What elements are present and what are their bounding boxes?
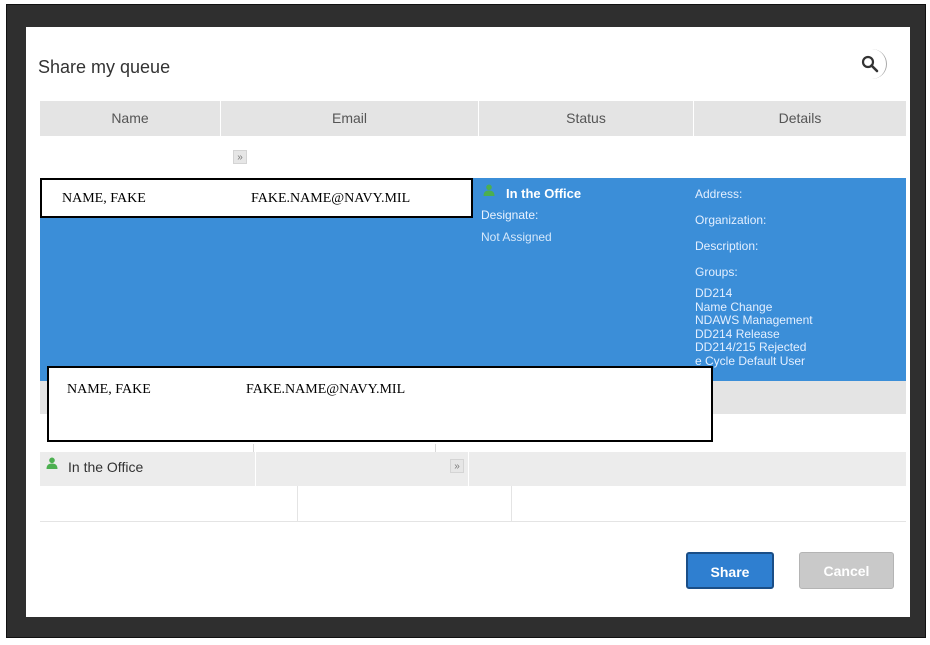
user-name: NAME, FAKE (62, 191, 146, 206)
search-box[interactable] (684, 49, 887, 79)
table-row-empty (40, 486, 906, 522)
share-button[interactable]: Share (686, 552, 774, 589)
group-item: NDAWS Management (695, 313, 813, 327)
status-label: In the Office (68, 459, 144, 475)
designate-value: Not Assigned (481, 230, 552, 244)
details-description-label: Description: (695, 239, 759, 253)
expand-rows-icon[interactable]: » (233, 150, 247, 164)
user-email: FAKE.NAME@NAVY.MIL (251, 191, 411, 206)
user-email: FAKE.NAME@NAVY.MIL (246, 382, 406, 397)
column-header-email[interactable]: Email (221, 101, 479, 136)
details-groups-label: Groups: (695, 265, 738, 279)
group-item: Name Change (695, 299, 773, 314)
details-address-label: Address: (695, 187, 743, 201)
search-input[interactable] (684, 49, 887, 79)
designate-label: Designate: (481, 208, 539, 222)
group-item: DD214 (695, 286, 733, 300)
expand-row-icon[interactable]: » (450, 459, 464, 473)
status-label: In the Office (506, 186, 582, 201)
search-icon[interactable] (861, 55, 879, 73)
column-header-name[interactable]: Name (40, 101, 221, 136)
details-organization-label: Organization: (695, 213, 767, 227)
table-header: Name Email Status Details (40, 101, 906, 136)
table-row[interactable] (40, 452, 906, 486)
user-name: NAME, FAKE (67, 382, 151, 397)
group-item: DD214/215 Rejected (695, 340, 807, 354)
group-item: DD214 Release (695, 326, 780, 341)
person-icon (46, 457, 58, 469)
dialog-title: Share my queue (38, 57, 171, 77)
second-row-identity: NAME, FAKE FAKE.NAME@NAVY.MIL (47, 366, 713, 442)
cancel-button[interactable]: Cancel (799, 552, 894, 589)
selected-row-identity: NAME, FAKE FAKE.NAME@NAVY.MIL (40, 178, 473, 218)
person-icon (483, 184, 495, 196)
column-header-details[interactable]: Details (694, 101, 906, 136)
groups-list: DD214 Name Change NDAWS Management DD214… (695, 286, 813, 368)
column-header-status[interactable]: Status (479, 101, 694, 136)
